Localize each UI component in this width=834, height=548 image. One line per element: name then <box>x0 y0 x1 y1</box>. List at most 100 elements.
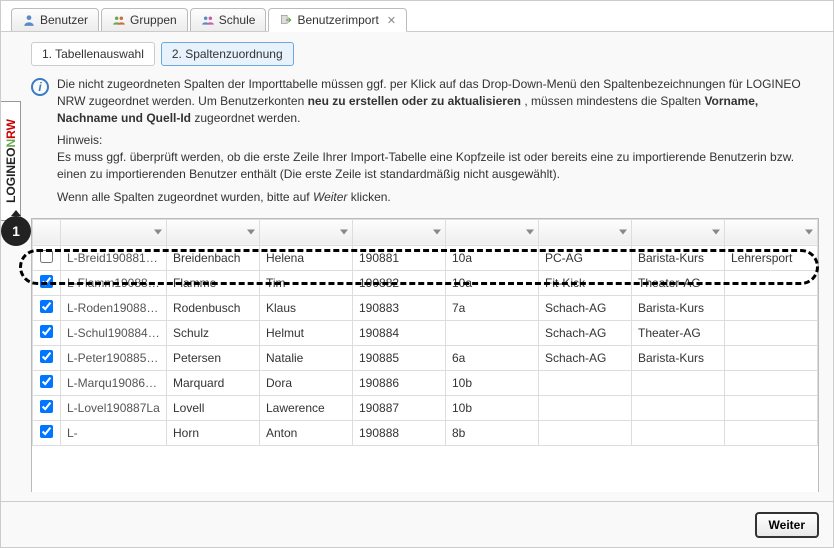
row-checkbox[interactable] <box>40 250 53 263</box>
cell-id: L-Schul190884He <box>61 320 167 345</box>
cell: 8b <box>446 420 539 445</box>
row-checkbox[interactable] <box>40 350 53 363</box>
cell: 10b <box>446 395 539 420</box>
cell: Breidenbach <box>167 245 260 270</box>
column-mapping-row <box>33 219 818 245</box>
step-marker-1: 1 <box>1 216 31 246</box>
cell-id: L-Roden190883Kl <box>61 295 167 320</box>
cell <box>725 395 818 420</box>
cell: 10a <box>446 270 539 295</box>
table-row: L-Roden190883Kl Rodenbusch Klaus 190883 … <box>33 295 818 320</box>
cell <box>725 295 818 320</box>
table-scroll[interactable]: L-Breid190881He Breidenbach Helena 19088… <box>32 219 818 492</box>
school-icon <box>201 13 215 27</box>
next-button[interactable]: Weiter <box>755 512 819 538</box>
app-window: LOGINEONRW Benutzer Gruppen Schule <box>0 0 834 548</box>
column-map-dropdown[interactable] <box>539 219 632 245</box>
cell-id: L-Marqu19086… <box>61 370 167 395</box>
cell: Helena <box>260 245 353 270</box>
cell: 7a <box>446 295 539 320</box>
import-table: L-Breid190881He Breidenbach Helena 19088… <box>31 218 819 492</box>
table-row: L-Schul190884He Schulz Helmut 190884 Sch… <box>33 320 818 345</box>
column-map-dropdown[interactable] <box>260 219 353 245</box>
cell: 190884 <box>353 320 446 345</box>
cell: Horn <box>167 420 260 445</box>
cell: Theater-AG <box>632 320 725 345</box>
cell: Schach-AG <box>539 295 632 320</box>
table-row: L-Flamm19088… Flamme Tim 190882 10a Fit-… <box>33 270 818 295</box>
cell: Lovell <box>167 395 260 420</box>
cell: 6a <box>446 345 539 370</box>
row-checkbox[interactable] <box>40 425 53 438</box>
cell: Rodenbusch <box>167 295 260 320</box>
cell-id: L-Peter190885Na <box>61 345 167 370</box>
cell <box>725 320 818 345</box>
cell <box>725 420 818 445</box>
cell: Flamme <box>167 270 260 295</box>
column-map-dropdown[interactable] <box>446 219 539 245</box>
cell <box>725 270 818 295</box>
cell: Helmut <box>260 320 353 345</box>
table-row: L-Breid190881He Breidenbach Helena 19088… <box>33 245 818 270</box>
cell: Lehrersport <box>725 245 818 270</box>
tab-users[interactable]: Benutzer <box>11 8 99 31</box>
table-row: L- Horn Anton 190888 8b <box>33 420 818 445</box>
tab-label: Gruppen <box>130 13 177 27</box>
column-map-dropdown[interactable] <box>353 219 446 245</box>
cell: Natalie <box>260 345 353 370</box>
tab-groups[interactable]: Gruppen <box>101 8 188 31</box>
cell: Schach-AG <box>539 320 632 345</box>
cell <box>632 370 725 395</box>
cell: 10a <box>446 245 539 270</box>
info-text: Die nicht zugeordneten Spalten der Impor… <box>57 76 819 212</box>
group-icon <box>112 13 126 27</box>
row-checkbox[interactable] <box>40 325 53 338</box>
row-checkbox[interactable] <box>40 375 53 388</box>
cell: Petersen <box>167 345 260 370</box>
cell: Klaus <box>260 295 353 320</box>
wizard-step-1[interactable]: 1. Tabellenauswahl <box>31 42 155 66</box>
cell <box>539 395 632 420</box>
cell: 190882 <box>353 270 446 295</box>
cell: 190887 <box>353 395 446 420</box>
import-icon <box>279 13 293 27</box>
cell: Tim <box>260 270 353 295</box>
cell: Anton <box>260 420 353 445</box>
cell <box>632 420 725 445</box>
cell <box>446 320 539 345</box>
cell: Barista-Kurs <box>632 295 725 320</box>
cell: Fit-Kick <box>539 270 632 295</box>
cell: Theater-AG <box>632 270 725 295</box>
column-map-dropdown[interactable] <box>725 219 818 245</box>
cell <box>725 370 818 395</box>
person-icon <box>22 13 36 27</box>
cell-id: L- <box>61 420 167 445</box>
tab-school[interactable]: Schule <box>190 8 267 31</box>
cell-id: L-Lovel190887La <box>61 395 167 420</box>
column-map-dropdown[interactable] <box>167 219 260 245</box>
wizard-step-2[interactable]: 2. Spaltenzuordnung <box>161 42 294 66</box>
tab-label: Benutzerimport <box>297 13 378 27</box>
cell <box>725 345 818 370</box>
close-icon[interactable]: ✕ <box>387 14 396 27</box>
row-checkbox[interactable] <box>40 400 53 413</box>
info-box: i Die nicht zugeordneten Spalten der Imp… <box>31 76 819 212</box>
tab-userimport[interactable]: Benutzerimport ✕ <box>268 8 407 32</box>
cell: 190883 <box>353 295 446 320</box>
cell: Marquard <box>167 370 260 395</box>
cell: PC-AG <box>539 245 632 270</box>
row-checkbox[interactable] <box>40 275 53 288</box>
column-map-dropdown[interactable] <box>61 219 167 245</box>
footer-bar: Weiter <box>1 501 833 547</box>
table-body: L-Breid190881He Breidenbach Helena 19088… <box>33 245 818 445</box>
column-map-dropdown[interactable] <box>632 219 725 245</box>
content-area: 1. Tabellenauswahl 2. Spaltenzuordnung i… <box>1 32 833 492</box>
cell <box>539 370 632 395</box>
header-checkbox-cell <box>33 219 61 245</box>
row-checkbox[interactable] <box>40 300 53 313</box>
cell: Lawerence <box>260 395 353 420</box>
table-row: L-Peter190885Na Petersen Natalie 190885 … <box>33 345 818 370</box>
cell: Schulz <box>167 320 260 345</box>
cell: Schach-AG <box>539 345 632 370</box>
cell: Barista-Kurs <box>632 245 725 270</box>
